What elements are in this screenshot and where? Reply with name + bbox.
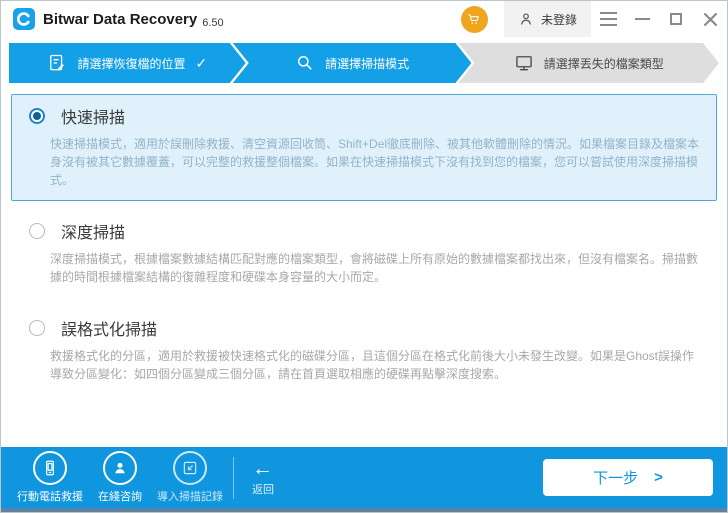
app-window: Bitwar Data Recovery 6.50 未登錄 請選擇恢復檔的位置 … bbox=[0, 0, 728, 513]
monitor-icon bbox=[514, 53, 534, 73]
option-title: 快速掃描 bbox=[61, 110, 126, 127]
option-title: 誤格式化掃描 bbox=[61, 322, 158, 339]
menu-button[interactable] bbox=[591, 1, 625, 37]
app-version: 6.50 bbox=[202, 17, 224, 29]
document-edit-icon bbox=[47, 53, 67, 73]
option-deep-scan[interactable]: 深度掃描 深度掃描模式，根據檔案數據結構匹配對應的檔案類型，會將磁碟上所有原始的… bbox=[11, 209, 717, 298]
footer-toolbar: 行動電話救援 在綫咨詢 導入掃描記錄 ← 返回 下一步 > bbox=[1, 447, 727, 508]
step-wizard-bar: 請選擇恢復檔的位置 ✓ 請選擇掃描模式 請選擇丟失的檔案類型 bbox=[1, 37, 727, 89]
option-quick-scan[interactable]: 快速掃描 快速掃描模式，適用於誤刪除救援、清空資源回收筒、Shift+Del徹底… bbox=[11, 94, 717, 201]
app-logo-icon bbox=[13, 8, 35, 30]
close-button[interactable] bbox=[693, 1, 727, 37]
scan-mode-list: 快速掃描 快速掃描模式，適用於誤刪除救援、清空資源回收筒、Shift+Del徹底… bbox=[1, 89, 727, 447]
step-select-location: 請選擇恢復檔的位置 ✓ bbox=[9, 43, 246, 83]
tool-label: 導入掃描記錄 bbox=[157, 491, 223, 503]
next-label: 下一步 bbox=[593, 470, 639, 487]
step-label: 請選擇丟失的檔案類型 bbox=[543, 56, 664, 71]
radio-deep-scan[interactable] bbox=[29, 223, 45, 239]
online-support-button[interactable]: 在綫咨詢 bbox=[85, 451, 155, 504]
import-record-icon bbox=[173, 451, 207, 485]
mobile-phone-icon bbox=[33, 451, 67, 485]
maximize-button[interactable] bbox=[659, 1, 693, 37]
step-label: 請選擇恢復檔的位置 bbox=[77, 56, 186, 71]
radio-quick-scan[interactable] bbox=[29, 108, 45, 124]
minimize-button[interactable] bbox=[625, 1, 659, 37]
step-select-scan-mode: 請選擇掃描模式 bbox=[233, 43, 472, 83]
mobile-recovery-button[interactable]: 行動電話救援 bbox=[15, 451, 85, 504]
back-arrow-icon: ← bbox=[252, 456, 273, 480]
cart-icon bbox=[467, 12, 481, 26]
radio-formatted-scan[interactable] bbox=[29, 320, 45, 336]
titlebar: Bitwar Data Recovery 6.50 未登錄 bbox=[1, 1, 727, 37]
option-title: 深度掃描 bbox=[61, 225, 126, 242]
option-description: 快速掃描模式，適用於誤刪除救援、清空資源回收筒、Shift+Del徹底刪除、被其… bbox=[50, 137, 700, 187]
next-button[interactable]: 下一步 > bbox=[543, 459, 713, 496]
login-button[interactable]: 未登錄 bbox=[503, 1, 591, 37]
user-icon bbox=[518, 11, 534, 27]
step-label: 請選擇掃描模式 bbox=[325, 56, 410, 71]
option-formatted-scan[interactable]: 誤格式化掃描 救援格式化的分區，適用於救援被快速格式化的磁碟分區，且這個分區在格… bbox=[11, 306, 717, 395]
store-button[interactable] bbox=[460, 5, 488, 33]
back-label: 返回 bbox=[252, 483, 274, 496]
option-description: 深度掃描模式，根據檔案數據結構匹配對應的檔案類型，會將磁碟上所有原始的數據檔案都… bbox=[50, 252, 699, 284]
check-icon: ✓ bbox=[195, 54, 208, 71]
login-status-label: 未登錄 bbox=[540, 12, 577, 27]
close-icon bbox=[703, 12, 717, 26]
import-scan-record-button[interactable]: 導入掃描記錄 bbox=[155, 451, 225, 504]
step-select-file-types: 請選擇丟失的檔案類型 bbox=[458, 43, 719, 83]
maximize-icon bbox=[670, 13, 682, 25]
option-description: 救援格式化的分區，適用於救援被快速格式化的磁碟分區，且這個分區在格式化前後大小未… bbox=[50, 349, 695, 381]
search-icon bbox=[295, 53, 315, 73]
tool-label: 在綫咨詢 bbox=[98, 491, 142, 503]
back-button[interactable]: ← 返回 bbox=[252, 456, 274, 497]
tool-label: 行動電話救援 bbox=[17, 491, 83, 503]
app-title: Bitwar Data Recovery bbox=[43, 10, 198, 28]
window-bottom-edge bbox=[1, 508, 727, 512]
support-person-icon bbox=[103, 451, 137, 485]
hamburger-menu-icon bbox=[599, 12, 617, 26]
footer-divider bbox=[233, 456, 234, 499]
chevron-right-icon: > bbox=[654, 469, 663, 486]
minimize-icon bbox=[634, 18, 650, 20]
